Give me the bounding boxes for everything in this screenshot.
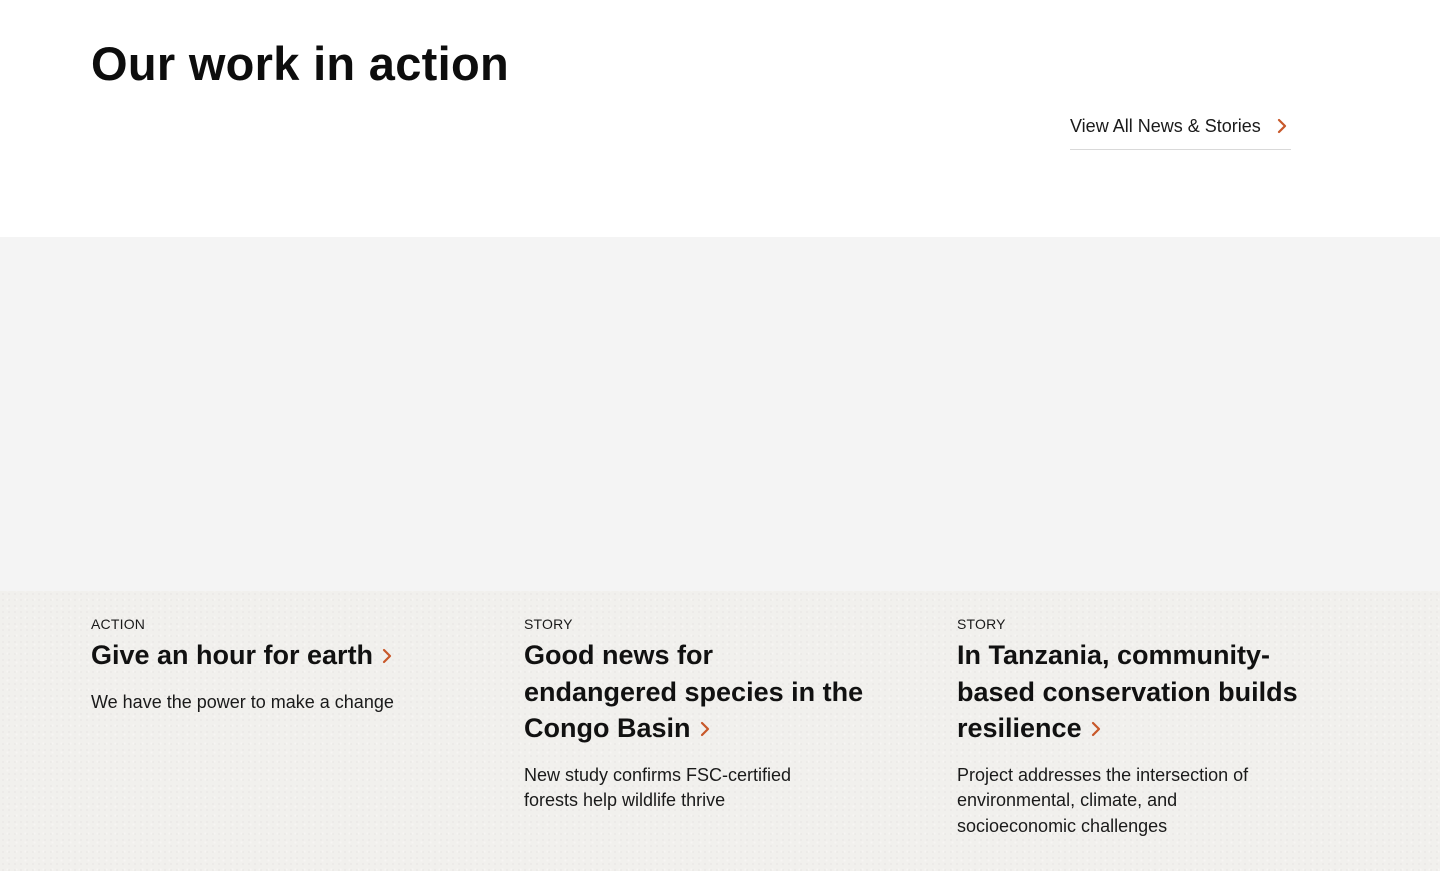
card-title-link[interactable]: In Tanzania, community-based conservatio… bbox=[957, 637, 1302, 747]
card-description: Project addresses the intersection of en… bbox=[957, 764, 1249, 836]
view-all-news-stories-link[interactable]: View All News & Stories bbox=[1070, 113, 1291, 150]
view-all-label: View All News & Stories bbox=[1070, 116, 1261, 136]
story-card: STORY In Tanzania, community-based conse… bbox=[957, 615, 1302, 839]
story-card: STORY Good news for endangered species i… bbox=[524, 615, 869, 814]
card-kicker: STORY bbox=[524, 616, 573, 632]
stories-card-row: ACTION Give an hour for earth We have th… bbox=[0, 591, 1440, 871]
card-kicker: STORY bbox=[957, 616, 1006, 632]
featured-images-area bbox=[0, 237, 1440, 591]
card-title-link[interactable]: Give an hour for earth bbox=[91, 637, 421, 674]
chevron-right-icon bbox=[1277, 118, 1287, 134]
card-title-text: Good news for endangered species in the … bbox=[524, 640, 864, 743]
story-card: ACTION Give an hour for earth We have th… bbox=[91, 615, 421, 715]
card-title-link[interactable]: Good news for endangered species in the … bbox=[524, 637, 869, 747]
chevron-right-icon bbox=[382, 648, 392, 664]
chevron-right-icon bbox=[700, 721, 709, 737]
page-title: Our work in action bbox=[91, 37, 510, 90]
card-description: We have the power to make a change bbox=[91, 691, 394, 712]
chevron-right-icon bbox=[1091, 721, 1100, 737]
card-kicker: ACTION bbox=[91, 616, 146, 632]
card-description: New study confirms FSC-certified forests… bbox=[524, 764, 792, 811]
card-title-text: In Tanzania, community-based conservatio… bbox=[957, 640, 1298, 743]
card-title-text: Give an hour for earth bbox=[91, 640, 374, 670]
